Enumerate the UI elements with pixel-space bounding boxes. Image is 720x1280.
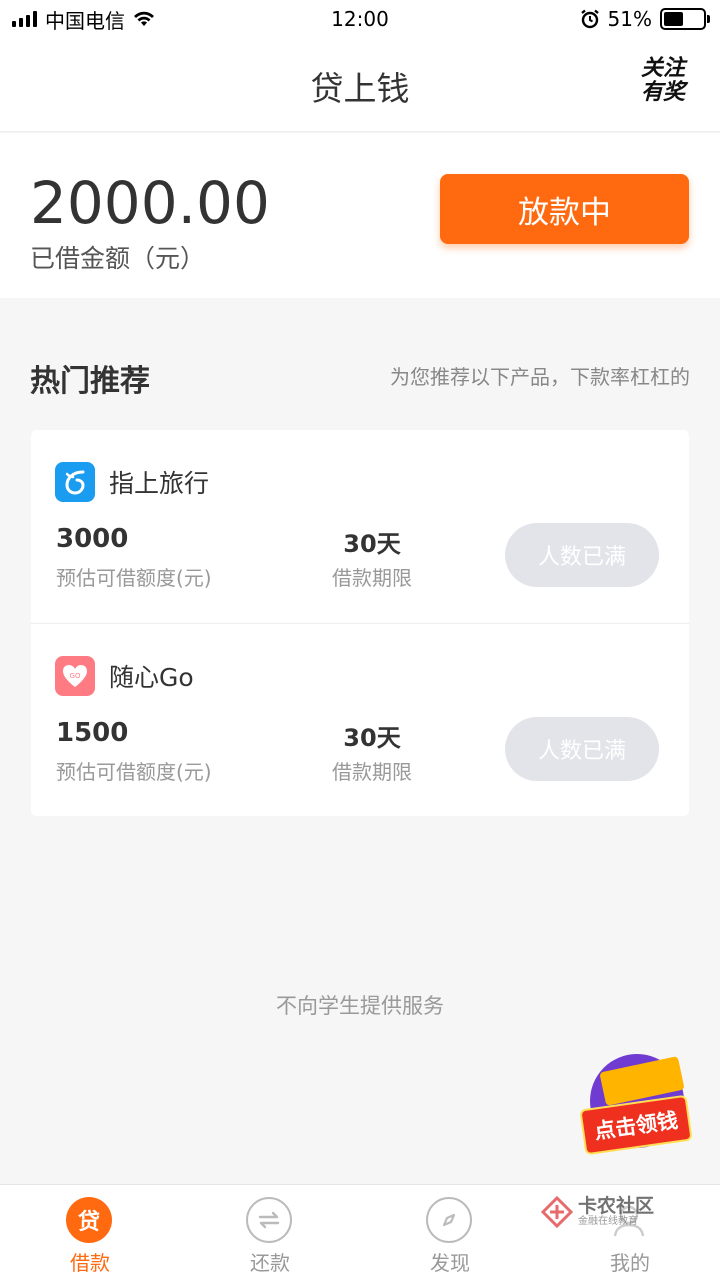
page-title: 贷上钱 — [310, 69, 410, 108]
status-right: 51% — [580, 7, 710, 31]
watermark-sub: 金融在线教育 — [578, 1216, 638, 1227]
watermark-logo-icon — [540, 1195, 574, 1229]
product-name: 随心Go — [109, 663, 194, 692]
section-title: 热门推荐 — [30, 364, 150, 399]
battery-icon — [660, 8, 710, 30]
claim-money-promo[interactable]: 点击领钱 — [576, 1050, 696, 1160]
tab-label: 发现 — [430, 1251, 470, 1275]
follow-badge-line1: 关注 — [640, 56, 685, 81]
repay-icon — [246, 1197, 292, 1243]
tab-loan[interactable]: 贷 借款 — [0, 1185, 180, 1280]
battery-percent: 51% — [607, 7, 652, 31]
product-term: 30天 — [343, 530, 401, 558]
signal-icon — [12, 11, 37, 27]
product-amount-label: 预估可借额度(元) — [56, 760, 212, 784]
tab-label: 我的 — [610, 1251, 650, 1275]
borrowed-amount-label: 已借金额（元） — [30, 244, 206, 273]
follow-badge-line2: 有奖 — [640, 80, 685, 105]
product-list: 指上旅行 3000 预估可借额度(元) 30天 借款期限 人数已满 GO 随心G… — [31, 430, 689, 816]
travel-app-icon — [55, 462, 95, 502]
wifi-icon — [134, 11, 154, 26]
product-card[interactable]: 指上旅行 3000 预估可借额度(元) 30天 借款期限 人数已满 — [31, 430, 689, 623]
loan-icon-char: 贷 — [77, 1210, 100, 1235]
alarm-icon — [580, 9, 599, 29]
watermark-text: 卡农社区 金融在线教育 — [578, 1196, 654, 1228]
loan-summary: 2000.00 已借金额（元） 放款中 — [0, 133, 720, 298]
quota-full-button[interactable]: 人数已满 — [505, 717, 659, 781]
student-disclaimer: 不向学生提供服务 — [276, 994, 444, 1018]
status-left: 中国电信 — [12, 5, 155, 34]
product-card[interactable]: GO 随心Go 1500 预估可借额度(元) 30天 借款期限 人数已满 — [31, 623, 689, 816]
product-term-label: 借款期限 — [332, 760, 412, 784]
svg-text:GO: GO — [70, 672, 81, 680]
product-amount: 1500 — [56, 718, 129, 748]
follow-reward-badge[interactable]: 关注 有奖 — [636, 54, 690, 108]
product-term: 30天 — [343, 724, 401, 752]
watermark-main: 卡农社区 — [578, 1195, 655, 1217]
community-watermark: 卡农社区 金融在线教育 — [540, 1192, 680, 1232]
tab-label: 还款 — [250, 1251, 290, 1275]
product-amount: 3000 — [56, 524, 129, 554]
nav-bar: 贷上钱 关注 有奖 — [0, 38, 720, 132]
tab-label: 借款 — [70, 1251, 110, 1275]
compass-icon — [426, 1197, 472, 1243]
tab-discover[interactable]: 发现 — [360, 1185, 540, 1280]
section-subtitle: 为您推荐以下产品，下款率杠杠的 — [390, 365, 690, 389]
product-name: 指上旅行 — [109, 469, 210, 498]
battery-fill — [664, 12, 684, 26]
carrier-label: 中国电信 — [45, 8, 125, 33]
quota-full-button[interactable]: 人数已满 — [505, 523, 659, 587]
loan-icon: 贷 — [66, 1197, 112, 1243]
product-term-label: 借款期限 — [332, 566, 412, 590]
loan-status-button[interactable]: 放款中 — [440, 174, 689, 244]
product-amount-label: 预估可借额度(元) — [56, 566, 212, 590]
borrowed-amount: 2000.00 — [30, 169, 270, 237]
tab-repay[interactable]: 还款 — [180, 1185, 360, 1280]
status-bar: 中国电信 12:00 51% — [0, 0, 720, 38]
heart-tag-app-icon: GO — [55, 656, 95, 696]
